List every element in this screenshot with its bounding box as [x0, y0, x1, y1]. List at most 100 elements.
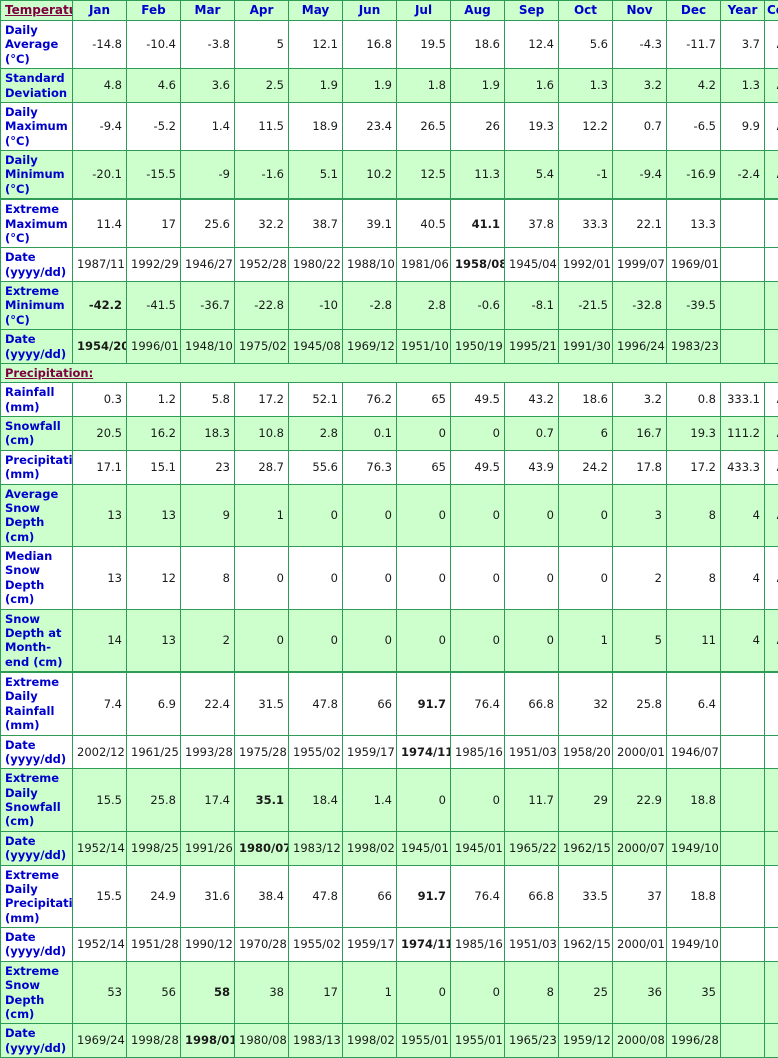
data-cell: 38.4	[235, 865, 289, 928]
data-cell: 1990/12	[181, 928, 235, 962]
data-cell: -9.4	[613, 151, 667, 200]
data-cell: 0	[505, 484, 559, 547]
data-cell	[721, 961, 765, 1024]
table-row: Snowfall (cm)20.516.218.310.82.80.1000.7…	[1, 417, 778, 451]
data-cell: 12.5	[397, 151, 451, 200]
data-cell-code: A	[765, 383, 778, 417]
data-cell: 2000/01	[613, 735, 667, 769]
data-cell: -10	[289, 282, 343, 330]
section-title-precipitation: Precipitation:	[1, 363, 778, 382]
data-cell: -11.7	[667, 21, 721, 69]
data-cell: 1975/28	[235, 735, 289, 769]
data-cell: 76.3	[343, 450, 397, 484]
column-header-dec: Dec	[667, 1, 721, 21]
row-label: Extreme Maximum (°C)	[1, 199, 73, 248]
data-cell: -2.8	[343, 282, 397, 330]
data-cell: 1988/10	[343, 248, 397, 282]
data-cell: 1961/25	[127, 735, 181, 769]
data-cell-code	[765, 330, 778, 364]
data-cell: 1974/11	[397, 928, 451, 962]
row-label: Average Snow Depth (cm)	[1, 484, 73, 547]
data-cell: 9.9	[721, 102, 765, 150]
data-cell: 10.2	[343, 151, 397, 200]
data-cell: 12.4	[505, 21, 559, 69]
data-cell: 433.3	[721, 450, 765, 484]
data-cell-code	[765, 248, 778, 282]
data-cell: 0	[451, 769, 505, 832]
data-cell: 4.2	[667, 69, 721, 103]
data-cell: -6.5	[667, 102, 721, 150]
column-header-mar: Mar	[181, 1, 235, 21]
data-cell: 5.4	[505, 151, 559, 200]
data-cell: 0	[397, 484, 451, 547]
column-header-oct: Oct	[559, 1, 613, 21]
data-cell: -39.5	[667, 282, 721, 330]
data-cell: -22.8	[235, 282, 289, 330]
data-cell: -3.8	[181, 21, 235, 69]
column-header-year: Year	[721, 1, 765, 21]
data-cell: 6	[559, 417, 613, 451]
table-row: Standard Deviation4.84.63.62.51.91.91.81…	[1, 69, 778, 103]
section-divider-row: Precipitation:	[1, 363, 778, 382]
data-cell: -0.6	[451, 282, 505, 330]
data-cell: 0	[451, 609, 505, 672]
data-cell: 1955/02	[289, 928, 343, 962]
data-cell: 0.1	[343, 417, 397, 451]
data-cell: 19.3	[667, 417, 721, 451]
data-cell: 52.1	[289, 383, 343, 417]
data-cell: 1969/12	[343, 330, 397, 364]
data-cell: 1999/07	[613, 248, 667, 282]
data-cell: 1969/24+	[73, 1024, 127, 1058]
data-cell: 333.1	[721, 383, 765, 417]
row-label: Date (yyyy/dd)	[1, 330, 73, 364]
data-cell: -20.1	[73, 151, 127, 200]
data-cell: 1959/12+	[559, 1024, 613, 1058]
data-cell: 18.6	[451, 21, 505, 69]
data-cell-code: A	[765, 450, 778, 484]
data-cell: 5	[235, 21, 289, 69]
data-cell: 25.8	[127, 769, 181, 832]
data-cell: 1998/25	[127, 831, 181, 865]
data-cell: 6.9	[127, 672, 181, 735]
data-cell: 58	[181, 961, 235, 1024]
data-cell: 49.5	[451, 383, 505, 417]
data-cell: 1983/13	[289, 1024, 343, 1058]
data-cell-code: A	[765, 151, 778, 200]
data-cell: 1.6	[505, 69, 559, 103]
data-cell: 1945/01+	[451, 831, 505, 865]
data-cell: 3.6	[181, 69, 235, 103]
data-cell	[721, 928, 765, 962]
data-cell: 32	[559, 672, 613, 735]
data-cell: 2000/01	[613, 928, 667, 962]
data-cell: -41.5	[127, 282, 181, 330]
data-cell: 22.9	[613, 769, 667, 832]
data-cell: -16.9	[667, 151, 721, 200]
column-header-nov: Nov	[613, 1, 667, 21]
data-cell	[721, 865, 765, 928]
data-cell: 33.5	[559, 865, 613, 928]
data-cell: 15.1	[127, 450, 181, 484]
data-cell: 0.3	[73, 383, 127, 417]
data-cell: 18.4	[289, 769, 343, 832]
data-cell: 66.8	[505, 865, 559, 928]
data-cell: 3	[613, 484, 667, 547]
data-cell: 19.3	[505, 102, 559, 150]
data-cell: 76.2	[343, 383, 397, 417]
data-cell: 1.9	[343, 69, 397, 103]
data-cell-code: A	[765, 417, 778, 451]
data-cell: 1980/08	[235, 1024, 289, 1058]
data-cell: 24.9	[127, 865, 181, 928]
data-cell: 5.1	[289, 151, 343, 200]
column-header-jul: Jul	[397, 1, 451, 21]
data-cell-code	[765, 199, 778, 248]
data-cell: 0	[397, 609, 451, 672]
data-cell: 1	[343, 961, 397, 1024]
data-cell: 0	[451, 417, 505, 451]
data-cell: 1.3	[721, 69, 765, 103]
data-cell: 22.4	[181, 672, 235, 735]
table-row: Precipitation (mm)17.115.12328.755.676.3…	[1, 450, 778, 484]
data-cell: 2	[613, 547, 667, 610]
data-cell: 16.2	[127, 417, 181, 451]
data-cell: 1969/01	[667, 248, 721, 282]
data-cell: 0	[505, 547, 559, 610]
